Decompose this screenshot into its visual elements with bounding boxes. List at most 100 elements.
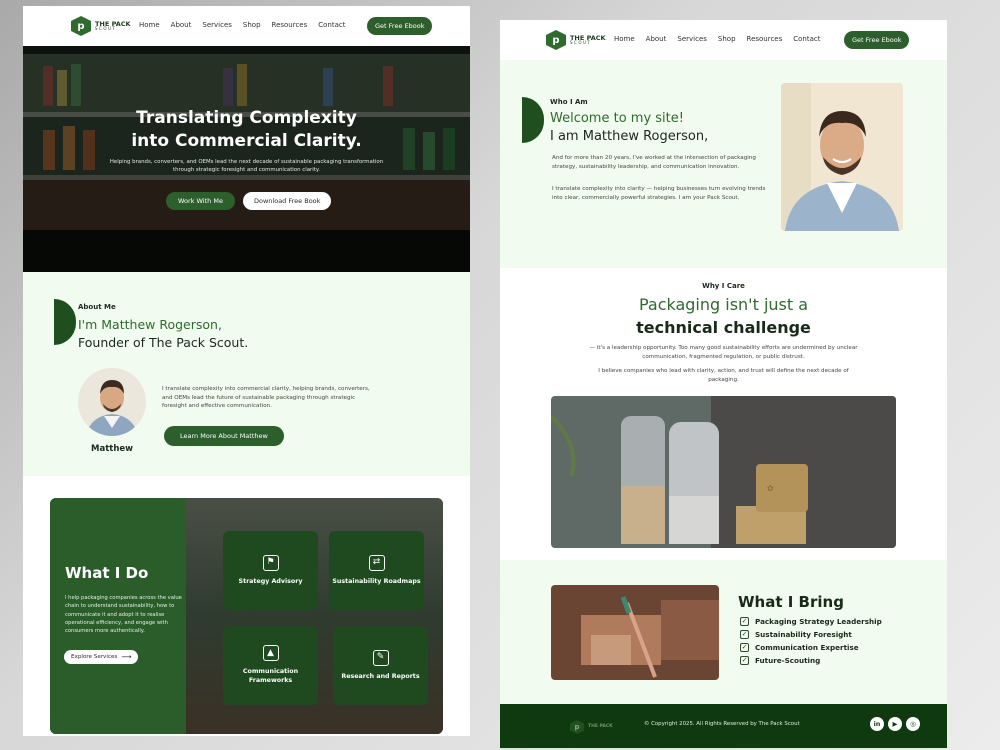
work-with-me-button[interactable]: Work With Me bbox=[166, 192, 235, 210]
framework-icon: ▲ bbox=[262, 645, 279, 662]
nav-contact[interactable]: Contact bbox=[318, 21, 345, 29]
about-heading-line2: Founder of The Pack Scout. bbox=[78, 335, 249, 350]
hero-title-line1: Translating Complexity bbox=[136, 108, 357, 128]
packaging-photo bbox=[551, 585, 719, 680]
bottles-and-soap-image: ✿ bbox=[551, 396, 896, 548]
nav-shop[interactable]: Shop bbox=[243, 21, 261, 29]
what-i-bring-list: ✓ Packaging Strategy Leadership ✓ Sustai… bbox=[740, 617, 882, 669]
service-card-communication-frameworks[interactable]: ▲ Communication Frameworks bbox=[223, 626, 318, 705]
hero-section: Translating Complexity into Commercial C… bbox=[23, 46, 470, 272]
top-navigation: p THE PACK SCOUT Home About Services Sho… bbox=[500, 20, 947, 60]
download-free-book-button[interactable]: Download Free Book bbox=[243, 192, 332, 210]
about-eyebrow: About Me bbox=[78, 303, 116, 311]
nav-services[interactable]: Services bbox=[677, 35, 707, 43]
why-i-care-section: Why I Care Packaging isn't just a techni… bbox=[500, 268, 947, 558]
bring-item: ✓ Future-Scouting bbox=[740, 656, 882, 665]
what-i-bring-title: What I Bring bbox=[738, 593, 844, 611]
decorative-half-circle bbox=[54, 299, 76, 345]
bring-item-label: Packaging Strategy Leadership bbox=[755, 617, 882, 626]
logo[interactable]: p THE PACK SCOUT bbox=[546, 30, 606, 50]
nav-services[interactable]: Services bbox=[202, 21, 232, 29]
avatar-name: Matthew bbox=[91, 444, 133, 454]
checkbox-icon: ✓ bbox=[740, 630, 749, 639]
nav-home[interactable]: Home bbox=[614, 35, 635, 43]
learn-more-about-matthew-button[interactable]: Learn More About Matthew bbox=[164, 426, 284, 446]
logo-text-line2: SCOUT bbox=[95, 26, 117, 32]
footer-logo[interactable]: p THE PACK bbox=[570, 720, 613, 734]
product-photo: ✿ bbox=[551, 396, 896, 548]
service-card-sustainability-roadmaps[interactable]: ⇄ Sustainability Roadmaps bbox=[329, 531, 424, 610]
logo-icon: p bbox=[546, 30, 566, 50]
what-i-do-intro-panel: What I Do I help packaging companies acr… bbox=[50, 498, 186, 734]
nav-resources[interactable]: Resources bbox=[747, 35, 783, 43]
checkbox-icon: ✓ bbox=[740, 643, 749, 652]
intro-heading: I am Matthew Rogerson, bbox=[550, 129, 709, 144]
bring-item: ✓ Packaging Strategy Leadership bbox=[740, 617, 882, 626]
about-body: I translate complexity into commercial c… bbox=[162, 386, 370, 410]
why-heading-dark: technical challenge bbox=[636, 318, 811, 337]
why-paragraph-1: — it's a leadership opportunity. Too man… bbox=[589, 345, 858, 360]
what-i-do-section: What I Do I help packaging companies acr… bbox=[50, 498, 443, 734]
who-i-am-eyebrow: Who I Am bbox=[550, 98, 588, 106]
service-card-strategy-advisory[interactable]: ⚑ Strategy Advisory bbox=[223, 531, 318, 610]
what-i-do-title: What I Do bbox=[65, 564, 149, 582]
logo-text-line2: SCOUT bbox=[570, 40, 592, 46]
explore-services-label: Explore Services bbox=[71, 654, 118, 660]
roadmap-icon: ⇄ bbox=[368, 554, 385, 571]
bring-item: ✓ Communication Expertise bbox=[740, 643, 882, 652]
why-heading-green: Packaging isn't just a bbox=[638, 295, 809, 314]
strategy-icon: ⚑ bbox=[262, 554, 279, 571]
linkedin-icon[interactable]: in bbox=[870, 717, 884, 731]
nav-about[interactable]: About bbox=[171, 21, 192, 29]
avatar bbox=[78, 368, 146, 436]
social-links: in ▶ ◎ bbox=[870, 717, 920, 731]
toothbrush-box-image bbox=[551, 585, 719, 680]
what-i-bring-section: What I Bring ✓ Packaging Strategy Leader… bbox=[500, 560, 947, 704]
nav-home[interactable]: Home bbox=[139, 21, 160, 29]
who-i-am-section: Who I Am Welcome to my site! I am Matthe… bbox=[500, 60, 947, 268]
about-page-screenshot: p THE PACK SCOUT Home About Services Sho… bbox=[500, 20, 947, 748]
research-icon: ✎ bbox=[372, 649, 389, 666]
bring-item-label: Future-Scouting bbox=[755, 656, 821, 665]
bring-item-label: Communication Expertise bbox=[755, 643, 859, 652]
nav-about[interactable]: About bbox=[646, 35, 667, 43]
arrow-right-icon: ⟶ bbox=[121, 653, 132, 661]
intro-paragraph-1: And for more than 20 years, I've worked … bbox=[552, 155, 756, 170]
service-card-label: Sustainability Roadmaps bbox=[332, 577, 421, 585]
hero-subtitle: Helping brands, converters, and OEMs lea… bbox=[109, 159, 384, 174]
youtube-icon[interactable]: ▶ bbox=[888, 717, 902, 731]
top-navigation: p THE PACK SCOUT Home About Services Sho… bbox=[23, 6, 470, 46]
checkbox-icon: ✓ bbox=[740, 656, 749, 665]
intro-paragraph-2: I translate complexity into clarity — he… bbox=[552, 186, 766, 201]
get-free-ebook-button[interactable]: Get Free Ebook bbox=[844, 31, 910, 49]
copyright-text: © Copyright 2025. All Rights Reserved by… bbox=[644, 721, 800, 727]
decorative-half-circle bbox=[522, 97, 544, 143]
portrait-image bbox=[781, 83, 903, 231]
instagram-icon[interactable]: ◎ bbox=[906, 717, 920, 731]
logo-icon: p bbox=[71, 16, 91, 36]
welcome-heading: Welcome to my site! bbox=[550, 111, 684, 126]
about-section: About Me I'm Matthew Rogerson, Founder o… bbox=[23, 272, 470, 476]
footer: p THE PACK © Copyright 2025. All Rights … bbox=[500, 704, 947, 748]
why-paragraph-2: I believe companies who lead with clarit… bbox=[598, 368, 849, 383]
hero-title-line2: into Commercial Clarity. bbox=[131, 130, 362, 151]
logo[interactable]: p THE PACK SCOUT bbox=[71, 16, 131, 36]
nav-resources[interactable]: Resources bbox=[272, 21, 308, 29]
bring-item: ✓ Sustainability Foresight bbox=[740, 630, 882, 639]
homepage-screenshot: p THE PACK SCOUT Home About Services Sho… bbox=[23, 6, 470, 736]
bring-item-label: Sustainability Foresight bbox=[755, 630, 852, 639]
logo-text-line1: THE PACK bbox=[588, 723, 613, 729]
service-card-research-and-reports[interactable]: ✎ Research and Reports bbox=[333, 626, 428, 705]
get-free-ebook-button[interactable]: Get Free Ebook bbox=[367, 17, 433, 35]
service-card-label: Research and Reports bbox=[341, 672, 420, 680]
about-heading-line1: I'm Matthew Rogerson, bbox=[78, 317, 222, 332]
explore-services-button[interactable]: Explore Services ⟶ bbox=[64, 650, 139, 664]
nav-contact[interactable]: Contact bbox=[793, 35, 820, 43]
service-card-label: Strategy Advisory bbox=[238, 577, 303, 585]
portrait-image bbox=[78, 368, 146, 436]
nav-shop[interactable]: Shop bbox=[718, 35, 736, 43]
main-menu: Home About Services Shop Resources Conta… bbox=[614, 35, 821, 43]
main-menu: Home About Services Shop Resources Conta… bbox=[139, 21, 346, 29]
portrait-photo bbox=[781, 83, 903, 231]
checkbox-icon: ✓ bbox=[740, 617, 749, 626]
